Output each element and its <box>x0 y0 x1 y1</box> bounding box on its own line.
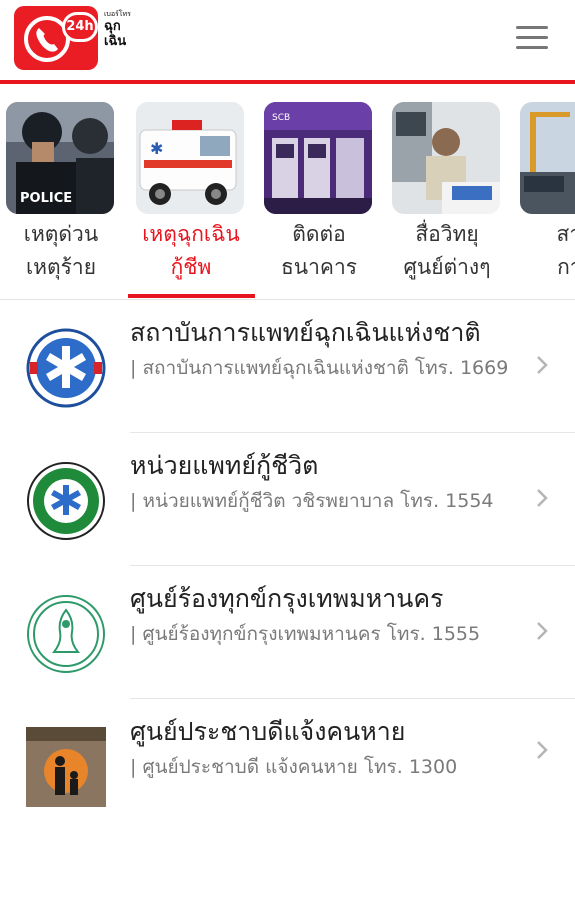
chevron-right-icon[interactable] <box>535 620 549 642</box>
missing-persons-logo-icon <box>26 727 106 807</box>
list-item[interactable]: หน่วยแพทย์กู้ชีวิต | หน่วยแพทย์กู้ชีวิต … <box>0 433 575 566</box>
svg-text:POLICE: POLICE <box>20 191 72 206</box>
category-label: สายการ <box>556 222 575 279</box>
item-title: สถาบันการแพทย์ฉุกเฉินแห่งชาติ <box>130 318 481 347</box>
category-transport[interactable]: สายการ <box>516 102 575 298</box>
port-cranes-photo <box>520 102 575 214</box>
smlk-logo-icon <box>27 462 105 540</box>
logo-line-1: ฉุก <box>104 19 121 34</box>
item-description: | ศูนย์ประชาบดี แจ้งคนหาย โทร. 1300 <box>130 756 458 778</box>
chevron-right-icon[interactable] <box>535 739 549 761</box>
item-body: ศูนย์ร้องทุกข์กรุงเทพมหานคร | ศูนย์ร้องท… <box>130 580 530 650</box>
category-radio[interactable]: สื่อวิทยุ ศูนย์ต่างๆ <box>388 102 502 298</box>
item-body: ศูนย์ประชาบดีแจ้งคนหาย | ศูนย์ประชาบดี แ… <box>130 713 530 783</box>
item-description: | หน่วยแพทย์กู้ชีวิต วชิรพยาบาล โทร. 155… <box>130 490 494 512</box>
hamburger-menu-icon[interactable] <box>512 24 552 52</box>
category-label: ติดต่อ ธนาคาร <box>280 222 358 279</box>
item-title: ศูนย์ร้องทุกข์กรุงเทพมหานคร <box>130 584 444 613</box>
category-police[interactable]: POLICE เหตุด่วน เหตุร้าย <box>2 102 116 298</box>
contact-list: สถาบันการแพทย์ฉุกเฉินแห่งชาติ | สถาบันกา… <box>0 300 575 819</box>
item-body: สถาบันการแพทย์ฉุกเฉินแห่งชาติ | สถาบันกา… <box>130 314 530 384</box>
category-strip[interactable]: POLICE เหตุด่วน เหตุร้าย ✱ เหตุฉุกเฉิน กู้… <box>0 84 575 300</box>
logo-small-text: เบอร์โทร <box>104 10 131 18</box>
category-bank[interactable]: SCB ติดต่อ ธนาคาร <box>260 102 374 298</box>
svg-text:✱: ✱ <box>150 139 163 158</box>
item-title: หน่วยแพทย์กู้ชีวิต <box>130 451 319 480</box>
list-item[interactable]: ศูนย์ร้องทุกข์กรุงเทพมหานคร | ศูนย์ร้องท… <box>0 566 575 699</box>
bank-atm-photo: SCB <box>264 102 372 214</box>
chevron-right-icon[interactable] <box>535 354 549 376</box>
item-description: | ศูนย์ร้องทุกข์กรุงเทพมหานคร โทร. 1555 <box>130 623 481 645</box>
niems-logo-icon <box>26 328 106 408</box>
category-label: สื่อวิทยุ ศูนย์ต่างๆ <box>403 222 491 279</box>
svg-text:SCB: SCB <box>272 113 290 123</box>
item-title: ศูนย์ประชาบดีแจ้งคนหาย <box>130 717 406 746</box>
police-photo: POLICE <box>6 102 114 214</box>
radio-operator-photo <box>392 102 500 214</box>
active-tab-indicator <box>128 294 255 298</box>
item-body: หน่วยแพทย์กู้ชีวิต | หน่วยแพทย์กู้ชีวิต … <box>130 447 530 517</box>
chevron-right-icon[interactable] <box>535 487 549 509</box>
list-item[interactable]: สถาบันการแพทย์ฉุกเฉินแห่งชาติ | สถาบันกา… <box>0 300 575 433</box>
category-label: เหตุด่วน เหตุร้าย <box>23 222 99 279</box>
app-logo[interactable]: 24h <box>14 6 98 70</box>
logo-line-2: เฉิน <box>104 34 127 49</box>
category-emergency[interactable]: ✱ เหตุฉุกเฉิน กู้ชีพ <box>132 102 246 298</box>
list-item[interactable]: ศูนย์ประชาบดีแจ้งคนหาย | ศูนย์ประชาบดี แ… <box>0 699 575 819</box>
ambulance-photo: ✱ <box>136 102 244 214</box>
item-description: | สถาบันการแพทย์ฉุกเฉินแห่งชาติ โทร. 166… <box>130 357 509 379</box>
bangkok-seal-icon <box>27 595 105 673</box>
logo-text: เบอร์โทร ฉุก เฉิน <box>104 10 144 49</box>
app-header: 24h เบอร์โทร ฉุก เฉิน <box>0 0 575 80</box>
logo-badge: 24h <box>62 12 98 42</box>
category-label: เหตุฉุกเฉิน กู้ชีพ <box>142 222 240 279</box>
